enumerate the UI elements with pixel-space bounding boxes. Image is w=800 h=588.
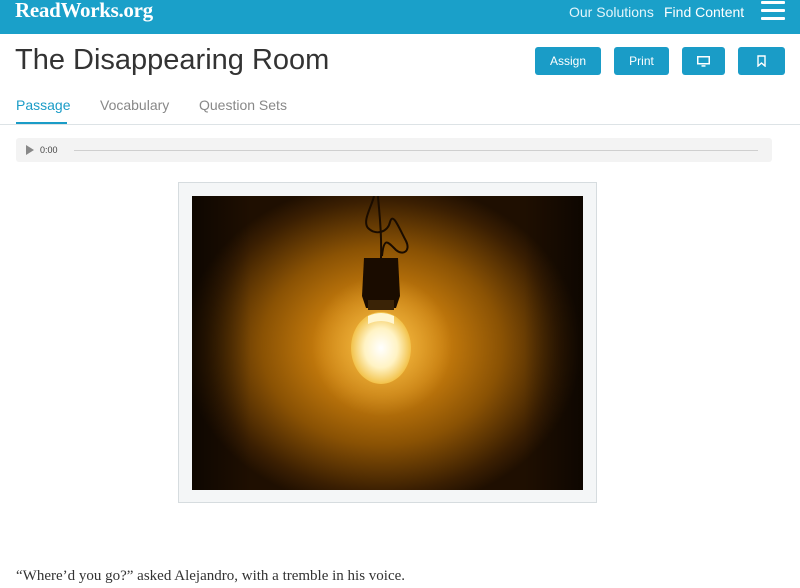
hamburger-icon[interactable] bbox=[761, 0, 785, 20]
passage-first-line: “Where’d you go?” asked Alejandro, with … bbox=[16, 568, 406, 584]
print-button[interactable]: Print bbox=[614, 47, 669, 75]
tab-passage[interactable]: Passage bbox=[16, 96, 70, 114]
bookmark-icon bbox=[757, 55, 766, 67]
page-title: The Disappearing Room bbox=[15, 44, 330, 76]
passage-tabs: Passage Vocabulary Question Sets bbox=[0, 92, 800, 125]
nav-our-solutions[interactable]: Our Solutions bbox=[569, 3, 654, 21]
tab-vocabulary[interactable]: Vocabulary bbox=[100, 96, 169, 114]
readworks-logo[interactable]: ReadWorks.org bbox=[15, 0, 153, 22]
passage-image-frame bbox=[178, 182, 597, 503]
active-tab-indicator bbox=[16, 122, 67, 124]
assign-button[interactable]: Assign bbox=[535, 47, 601, 75]
audio-player: 0:00 bbox=[16, 138, 772, 162]
nav-find-content[interactable]: Find Content bbox=[664, 3, 744, 21]
tab-question-sets[interactable]: Question Sets bbox=[199, 96, 287, 114]
projector-button[interactable] bbox=[682, 47, 725, 75]
audio-progress-track[interactable] bbox=[74, 150, 758, 151]
audio-time: 0:00 bbox=[40, 145, 58, 155]
bookmark-button[interactable] bbox=[738, 47, 785, 75]
top-navbar: ReadWorks.org Our Solutions Find Content bbox=[0, 0, 800, 34]
monitor-icon bbox=[697, 55, 710, 67]
lightbulb-image bbox=[192, 196, 583, 490]
play-icon[interactable] bbox=[26, 145, 34, 155]
